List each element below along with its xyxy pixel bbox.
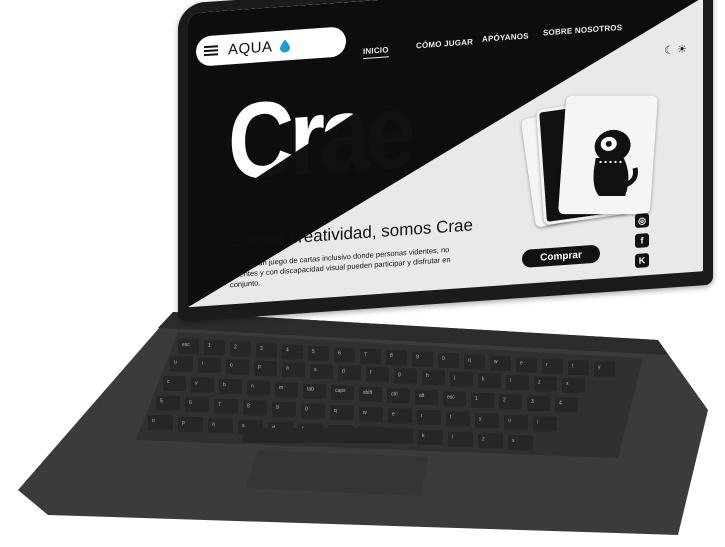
key-label: 3 — [531, 399, 534, 405]
water-drop-icon — [279, 39, 290, 53]
laptop-lid: AQUA INICIO CÓMO JUGAR APÓYANOS SOBRE NO… — [178, 0, 713, 322]
brand-name: AQUA — [228, 37, 273, 59]
nav-inicio[interactable]: INICIO — [363, 45, 389, 60]
key-label: a — [212, 421, 215, 427]
card-stack — [520, 90, 668, 230]
key-label: u — [174, 359, 177, 365]
key-label: h — [426, 373, 429, 379]
key-label: n — [251, 384, 254, 390]
key-label: u — [508, 418, 511, 424]
key-label: 4 — [559, 401, 562, 407]
key-label: 1 — [475, 396, 478, 402]
theme-toggle[interactable]: ☾ ☀ — [664, 42, 687, 57]
key-label: w — [363, 410, 367, 416]
key-label: 1 — [208, 343, 211, 349]
key-label: shift — [363, 390, 373, 396]
key-label: m — [279, 385, 283, 391]
key-label: 8 — [247, 403, 250, 409]
key-label: j — [453, 375, 455, 381]
key-label: e — [392, 411, 395, 417]
key-label: i — [202, 361, 203, 367]
key-label: 5 — [160, 399, 163, 405]
card-front — [557, 95, 659, 215]
laptop-base: esc 1 2 3 4 5 6 7 8 9 0 q w e r t yu i o p a s d f g h j k l z xc v b n m t… — [18, 312, 708, 535]
moon-icon[interactable]: ☾ — [664, 44, 674, 57]
key-label: tab — [307, 387, 314, 393]
laptop-mockup: esc 1 2 3 4 5 6 7 8 9 0 q w e r t y u i o p a s d f g h j k l z x c v b n m t… — [0, 0, 725, 547]
key-label: q — [334, 408, 337, 414]
key-label: 2 — [234, 345, 237, 351]
key-label: a — [286, 366, 289, 372]
key-label: 6 — [189, 400, 192, 406]
key-label: l — [452, 435, 453, 441]
key-label: 3 — [260, 346, 263, 352]
key-label: g — [398, 372, 401, 378]
website-screen: AQUA INICIO CÓMO JUGAR APÓYANOS SOBRE NO… — [188, 0, 703, 308]
key-label: 0 — [442, 356, 445, 362]
key-label: o — [230, 362, 233, 368]
key-label: p — [182, 420, 185, 426]
key-label: b — [223, 382, 226, 388]
instagram-icon[interactable]: ◎ — [635, 213, 649, 229]
spacebar-key[interactable] — [243, 428, 393, 443]
facebook-icon[interactable]: f — [635, 233, 649, 249]
key-label: esc — [447, 394, 455, 400]
key-label: q — [468, 358, 471, 364]
key-label: esc — [182, 342, 190, 348]
key-label: 7 — [218, 402, 221, 408]
key-label: caps — [335, 388, 346, 394]
dog-illustration — [593, 129, 638, 197]
key-label: 9 — [416, 355, 419, 361]
key-label: 2 — [503, 397, 506, 403]
key-label: 6 — [338, 350, 341, 356]
key-label: w — [494, 359, 498, 365]
key-label: i — [537, 419, 538, 425]
key-label: 4 — [286, 348, 289, 354]
key-label: ctrl — [391, 391, 398, 397]
key-label: d — [342, 369, 345, 375]
kickstarter-icon[interactable]: K — [635, 253, 649, 269]
key-label: alt — [419, 393, 425, 399]
key-label: p — [258, 364, 261, 370]
key-label: l — [510, 378, 511, 384]
key-label: 5 — [312, 349, 315, 355]
key-label: 9 — [276, 405, 279, 411]
sun-icon[interactable]: ☀ — [677, 43, 687, 56]
key-label: o — [152, 418, 155, 424]
key-label: 7 — [364, 352, 367, 358]
key-label: 0 — [305, 407, 308, 413]
menu-icon[interactable] — [204, 45, 218, 57]
key-label: 8 — [390, 353, 393, 359]
key-label: e — [520, 360, 523, 366]
